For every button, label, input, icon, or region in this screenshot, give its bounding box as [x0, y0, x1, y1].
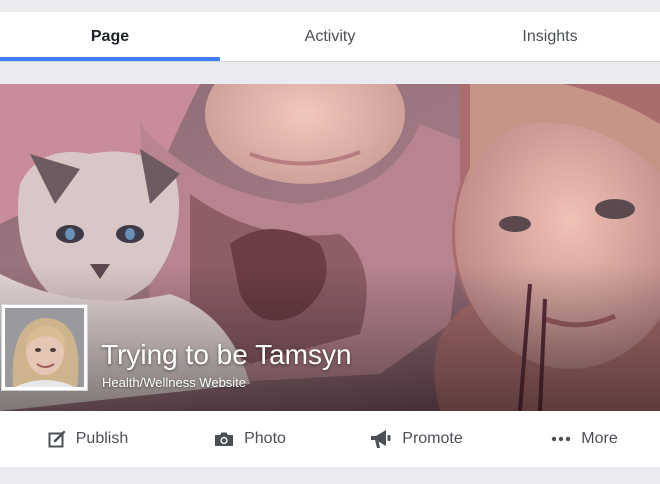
tab-divider: [0, 61, 660, 62]
tab-activity-label: Activity: [304, 28, 356, 45]
megaphone-icon: [371, 430, 391, 448]
action-bar: Publish Photo Promote More: [0, 411, 660, 467]
page-category[interactable]: Health/Wellness Website: [102, 375, 246, 390]
promote-label: Promote: [402, 430, 463, 447]
photo-button[interactable]: Photo: [176, 411, 324, 467]
page-title: Trying to be Tamsyn: [101, 339, 352, 370]
edit-icon: [48, 430, 65, 448]
status-spacer: [0, 0, 660, 12]
tab-page[interactable]: Page: [0, 12, 220, 62]
more-button[interactable]: More: [509, 411, 660, 467]
tab-activity[interactable]: Activity: [220, 12, 440, 62]
tab-insights[interactable]: Insights: [440, 12, 660, 62]
bottom-spacer: [0, 467, 660, 484]
publish-button[interactable]: Publish: [0, 411, 176, 467]
more-label: More: [581, 430, 618, 447]
profile-picture-image: [5, 308, 84, 387]
publish-label: Publish: [75, 430, 129, 447]
camera-icon: [215, 432, 234, 446]
promote-button[interactable]: Promote: [324, 411, 509, 467]
tab-page-label: Page: [90, 28, 130, 45]
page-screen: Page Activity Insights Trying to be Tams…: [0, 0, 660, 484]
photo-label: Photo: [244, 430, 286, 447]
tab-insights-label: Insights: [522, 28, 578, 45]
ellipsis-icon: [552, 436, 571, 442]
profile-picture[interactable]: [1, 304, 88, 391]
tab-bar: Page Activity Insights: [0, 12, 660, 62]
